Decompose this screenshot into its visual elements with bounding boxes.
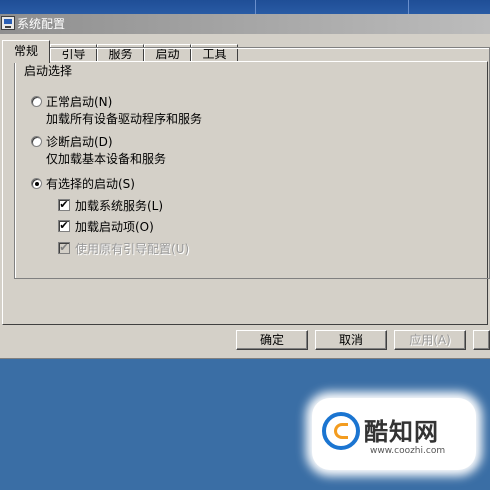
use-original-boot-checkbox: ✔ [58, 241, 70, 254]
title-bar[interactable]: 系统配置 [0, 14, 490, 34]
load-system-services-checkbox[interactable]: ✔ [58, 199, 70, 211]
help-button-partial[interactable] [473, 330, 490, 350]
cancel-button[interactable]: 取消 [315, 330, 387, 350]
watermark-url: www.coozhi.com [370, 446, 446, 456]
normal-startup-radio[interactable] [31, 96, 42, 107]
watermark: 酷知网 www.coozhi.com [312, 398, 476, 470]
use-original-boot-label: 使用原有引导配置(U) [75, 242, 190, 256]
normal-startup-description: 加载所有设备驱动程序和服务 [46, 112, 203, 126]
load-system-services-label[interactable]: 加载系统服务(L) [75, 197, 163, 214]
tab-general[interactable]: 常规 [2, 40, 50, 63]
startup-selection-label: 启动选择 [22, 62, 75, 79]
diagnostic-startup-radio[interactable] [31, 136, 42, 147]
ok-button[interactable]: 确定 [236, 330, 308, 350]
window-title: 系统配置 [17, 17, 66, 31]
load-startup-items-label[interactable]: 加载启动项(O) [75, 218, 154, 235]
diagnostic-startup-label[interactable]: 诊断启动(D) [46, 133, 113, 150]
diagnostic-startup-description: 仅加载基本设备和服务 [46, 152, 167, 166]
normal-startup-label[interactable]: 正常启动(N) [46, 93, 112, 110]
app-icon [1, 16, 15, 30]
selective-startup-radio[interactable] [31, 178, 42, 189]
apply-button: 应用(A) [394, 330, 466, 350]
coozhi-logo-icon [322, 412, 360, 450]
watermark-name: 酷知网 [364, 418, 439, 446]
selective-startup-label[interactable]: 有选择的启动(S) [46, 175, 135, 192]
load-startup-items-checkbox[interactable]: ✔ [58, 220, 70, 232]
